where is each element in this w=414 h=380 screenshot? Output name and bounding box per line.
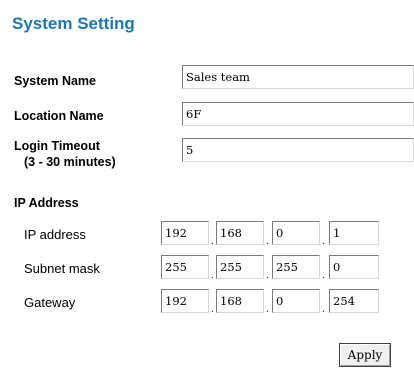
system-name-field[interactable] (182, 65, 414, 89)
octet-separator: . (266, 304, 269, 315)
ip-address-heading: IP Address (14, 196, 79, 210)
subnet-mask-octet-3[interactable] (272, 255, 320, 279)
gateway-octet-2[interactable] (216, 289, 264, 313)
location-name-label: Location Name (14, 109, 104, 123)
ip-address-octet-2[interactable] (216, 221, 264, 245)
octet-separator: . (266, 270, 269, 281)
octet-separator: . (322, 236, 325, 247)
apply-button[interactable]: Apply (339, 343, 391, 367)
subnet-mask-octet-1[interactable] (161, 255, 209, 279)
subnet-mask-label: Subnet mask (24, 261, 100, 276)
gateway-octet-4[interactable] (329, 289, 379, 313)
gateway-label: Gateway (24, 295, 76, 310)
octet-separator: . (322, 304, 325, 315)
ip-address-octet-1[interactable] (161, 221, 209, 245)
octet-separator: . (322, 270, 325, 281)
login-timeout-field[interactable] (182, 138, 414, 162)
gateway-octet-3[interactable] (272, 289, 320, 313)
login-timeout-range-label: (3 - 30 minutes) (24, 155, 116, 169)
location-name-field[interactable] (182, 102, 414, 126)
subnet-mask-octet-4[interactable] (329, 255, 379, 279)
octet-separator: . (266, 236, 269, 247)
octet-separator: . (211, 270, 214, 281)
subnet-mask-octet-2[interactable] (216, 255, 264, 279)
octet-separator: . (211, 304, 214, 315)
system-name-label: System Name (14, 74, 96, 88)
gateway-octet-1[interactable] (161, 289, 209, 313)
page-title: System Setting (12, 14, 135, 33)
ip-address-label: IP address (24, 227, 86, 242)
login-timeout-label: Login Timeout (14, 139, 100, 153)
ip-address-octet-3[interactable] (272, 221, 320, 245)
ip-address-octet-4[interactable] (329, 221, 379, 245)
octet-separator: . (211, 236, 214, 247)
